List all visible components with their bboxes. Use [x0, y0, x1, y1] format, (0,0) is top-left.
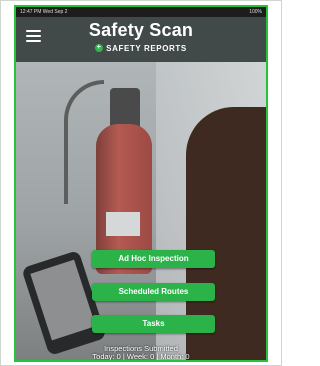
app-screen: 12:47 PM Wed Sep 2 100% Safety Scan + SAF…	[14, 5, 268, 362]
inspections-counts: Today: 0 | Week: 0 | Month: 0	[92, 352, 190, 361]
tasks-button[interactable]: Tasks	[92, 315, 215, 333]
inspections-summary: Inspections Submitted Today: 0 | Week: 0…	[16, 345, 266, 361]
photo-extinguisher-valve	[110, 88, 140, 128]
status-bar: 12:47 PM Wed Sep 2 100%	[16, 7, 266, 17]
app-header: Safety Scan + SAFETY REPORTS	[16, 17, 266, 62]
scheduled-routes-button[interactable]: Scheduled Routes	[92, 283, 215, 301]
status-battery: 100%	[249, 9, 262, 15]
plus-circle-icon: +	[95, 44, 104, 52]
subtitle-text: SAFETY REPORTS	[106, 44, 187, 53]
app-title: Safety Scan	[88, 20, 194, 40]
window-frame: 12:47 PM Wed Sep 2 100% Safety Scan + SAF…	[0, 0, 282, 366]
photo-barcode-label	[106, 212, 140, 236]
ad-hoc-inspection-button[interactable]: Ad Hoc Inspection	[92, 250, 215, 268]
app-subtitle: + SAFETY REPORTS	[16, 44, 266, 53]
status-time: 12:47 PM Wed Sep 2	[20, 9, 68, 15]
background-photo: Ad Hoc Inspection Scheduled Routes Tasks…	[16, 62, 266, 361]
